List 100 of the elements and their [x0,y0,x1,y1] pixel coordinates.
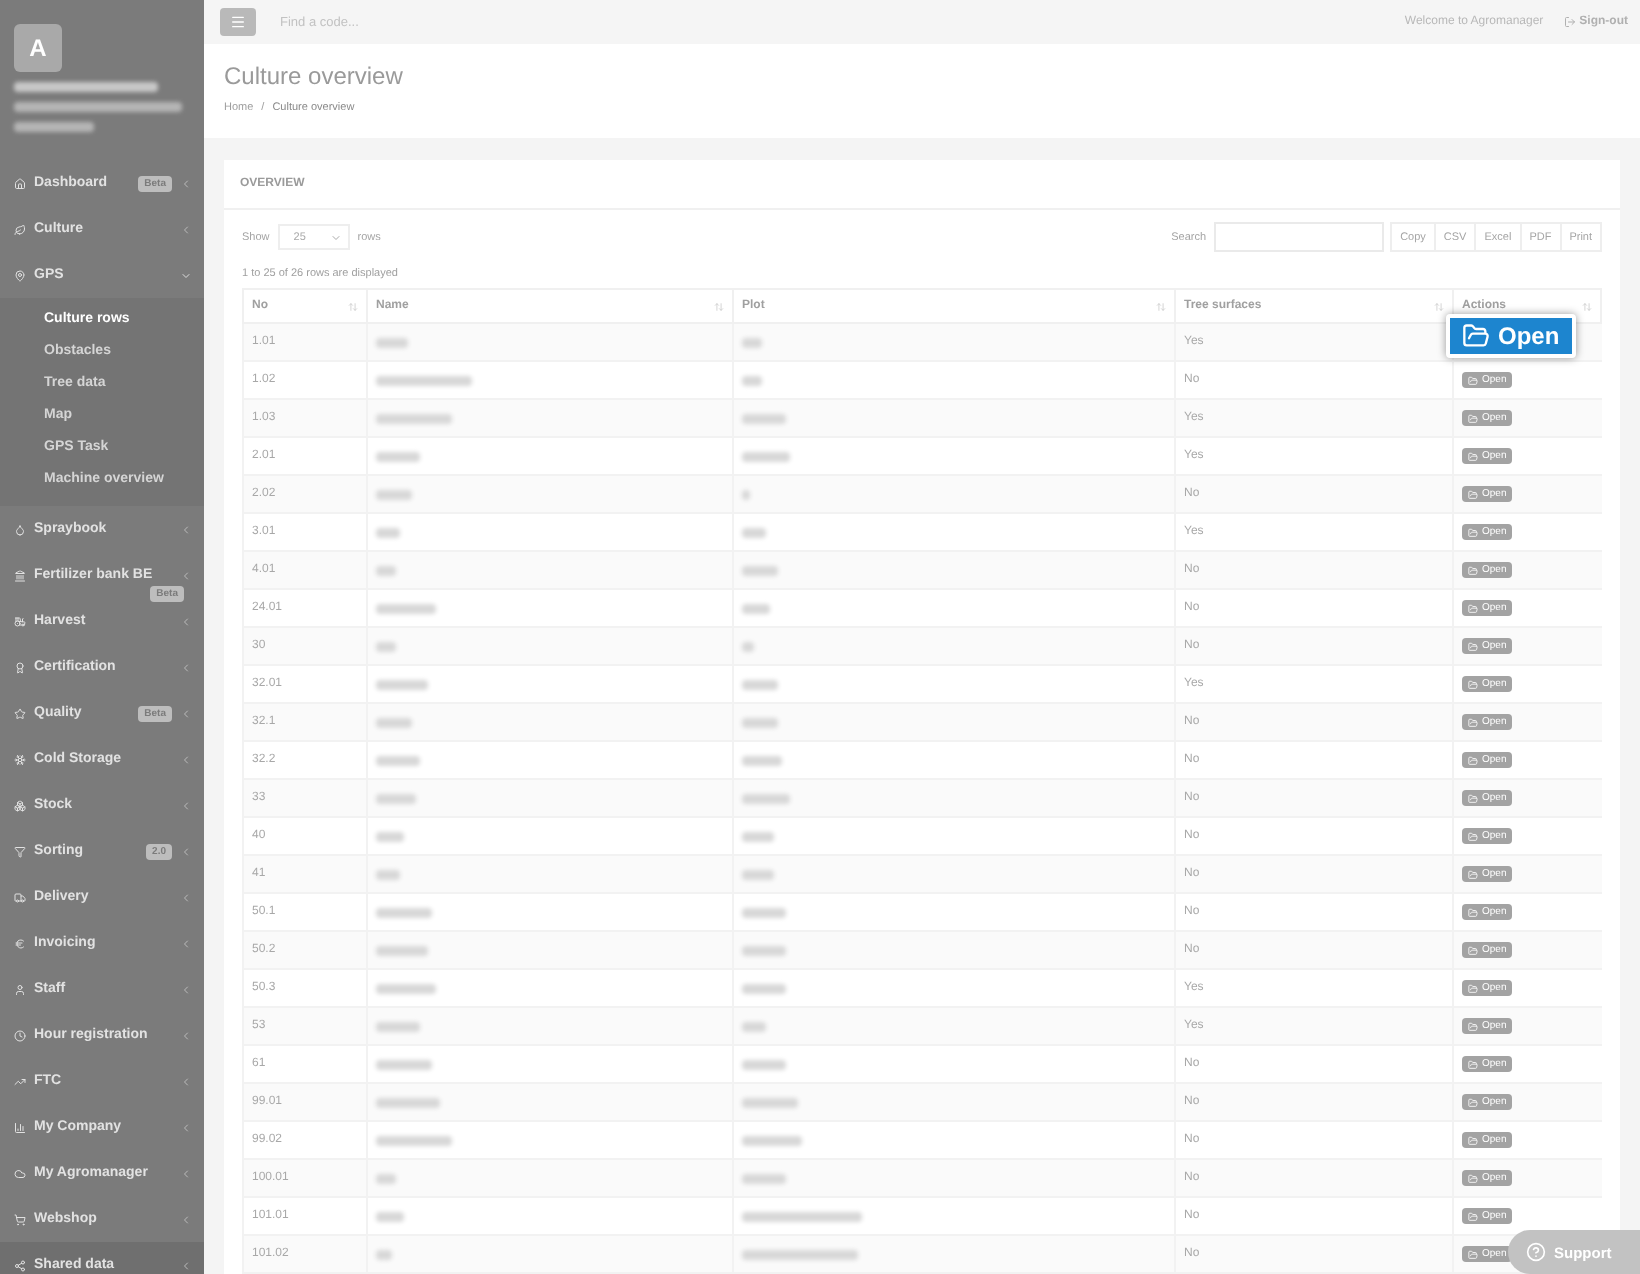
blurred-text [742,755,782,765]
blurred-text [742,717,778,727]
blurred-text [742,983,786,993]
folder-icon [1468,831,1478,841]
chevron-left-icon [180,937,192,949]
blurred-text [742,641,754,651]
folder-icon [1468,717,1478,727]
folder-icon [1468,375,1478,385]
blurred-text [742,793,790,803]
blurred-text [742,1097,798,1107]
folder-icon [1468,451,1478,461]
chevron-down-icon [329,231,342,243]
blurred-text [14,82,158,92]
blurred-text [742,945,786,955]
blurred-text [742,831,774,841]
folder-icon [1468,983,1478,993]
sort-icon [1582,301,1592,311]
open-button[interactable]: Open [1446,314,1576,358]
avatar: A [14,24,62,72]
blurred-text [376,1173,396,1183]
bar-chart-icon [14,1121,26,1133]
share-icon [14,1259,26,1271]
folder-icon [1468,603,1478,613]
chevron-left-icon [180,177,192,189]
blurred-text [376,489,412,499]
chevron-left-icon [180,1213,192,1225]
blurred-text [14,122,94,132]
sign-out-icon [1563,16,1576,28]
blurred-text [742,1059,786,1069]
blurred-text [376,603,436,613]
chevron-left-icon [180,615,192,627]
blurred-text [376,679,428,689]
folder-icon [1468,641,1478,651]
folder-icon [1468,945,1478,955]
blurred-text [376,1135,452,1145]
folder-icon [1468,755,1478,765]
chevron-left-icon [180,753,192,765]
blurred-text [742,1211,862,1221]
chevron-left-icon [180,799,192,811]
blurred-text [742,679,778,689]
chevron-left-icon [180,1167,192,1179]
folder-icon [1468,869,1478,879]
truck-icon [14,891,26,903]
folder-icon [1468,489,1478,499]
blurred-text [742,413,786,423]
blurred-text [742,1173,786,1183]
home-icon [14,177,26,189]
euro-icon [14,937,26,949]
map-pin-icon [14,269,26,281]
folder-icon [1468,527,1478,537]
blurred-text [742,1249,858,1259]
sort-icon [348,301,358,311]
trend-chart-icon [14,1075,26,1087]
boxes-icon [14,799,26,811]
folder-icon [1468,793,1478,803]
chevron-left-icon [180,523,192,535]
page-title: Culture overview [224,62,405,90]
menu-icon [230,14,246,30]
blurred-text [376,1059,432,1069]
blurred-text [742,565,778,575]
blurred-text [376,565,396,575]
cart-icon [14,1213,26,1225]
sort-icon [714,301,724,311]
folder-icon [1468,565,1478,575]
filter-icon [14,845,26,857]
blurred-text [742,869,774,879]
folder-icon [1468,907,1478,917]
droplet-icon [14,523,26,535]
sort-icon [1156,301,1166,311]
clock-icon [14,1029,26,1041]
blurred-text [742,1135,802,1145]
blurred-text [742,337,762,347]
star-icon [14,707,26,719]
bank-icon [14,569,26,581]
folder-icon [1468,1097,1478,1107]
sort-icon [1434,301,1444,311]
chevron-left-icon [180,983,192,995]
blurred-text [376,869,400,879]
chevron-left-icon [180,1029,192,1041]
blurred-text [742,603,770,613]
chevron-left-icon [180,845,192,857]
snowflake-icon [14,753,26,765]
blurred-text [376,375,472,385]
chevron-left-icon [180,661,192,673]
blurred-text [742,907,786,917]
chevron-left-icon [180,569,192,581]
tractor-icon [14,615,26,627]
blurred-text [376,831,404,841]
user-icon [14,983,26,995]
folder-icon [1468,1249,1478,1259]
folder-icon [1468,1173,1478,1183]
leaf-icon [14,223,26,235]
menu-button[interactable] [220,8,256,36]
blurred-text [376,1097,440,1107]
blurred-text [742,375,762,385]
blurred-text [376,641,396,651]
blurred-text [376,1021,420,1031]
folder-icon [1468,413,1478,423]
folder-icon [1468,679,1478,689]
folder-icon [1462,322,1490,350]
